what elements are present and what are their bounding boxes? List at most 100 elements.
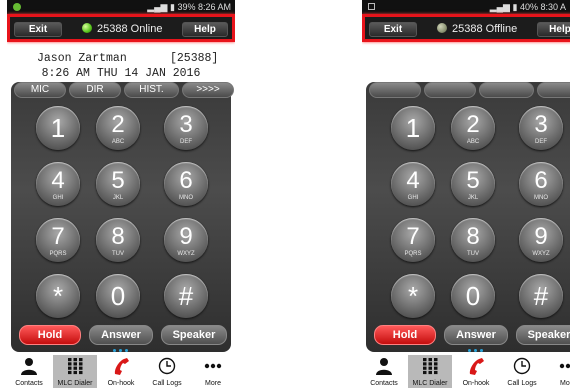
- page-dot: [119, 349, 122, 352]
- nav-label: More: [205, 380, 221, 387]
- page-dot: [468, 349, 471, 352]
- answer-button[interactable]: Answer: [444, 325, 508, 345]
- key-digit: 3: [179, 111, 193, 138]
- nav-call-logs[interactable]: Call Logs: [500, 355, 544, 388]
- speaker-button[interactable]: Speaker: [161, 325, 227, 345]
- key-digit: 4: [51, 167, 65, 194]
- function-tabs: MIC DIR HIST. >>>>: [14, 82, 234, 98]
- nav-on-hook[interactable]: On-hook: [99, 355, 143, 388]
- speaker-button[interactable]: Speaker: [516, 325, 570, 345]
- page-dot: [113, 349, 116, 352]
- key-digit: 7: [51, 223, 65, 250]
- key-letters: MNO: [534, 195, 548, 201]
- online-indicator-icon: [82, 23, 92, 33]
- tab-more[interactable]: >>>>: [182, 82, 234, 98]
- exit-button[interactable]: Exit: [369, 22, 417, 37]
- page-dot: [480, 349, 483, 352]
- nav-more[interactable]: More: [546, 355, 570, 388]
- nav-call-logs[interactable]: Call Logs: [145, 355, 189, 388]
- nav-label: MLC Dialer: [57, 380, 93, 387]
- signal-icon: ▂▄▆ ▮: [147, 2, 175, 12]
- key-digit: 0: [110, 281, 126, 311]
- key-letters: JKL: [467, 195, 479, 201]
- key-letters: PQRS: [49, 251, 67, 257]
- key-7[interactable]: 7 PQRS: [36, 218, 80, 262]
- key-3[interactable]: 3 DEF: [164, 106, 208, 150]
- top-toolbar: Exit 25388 Online Help: [7, 14, 235, 42]
- key-1[interactable]: 1: [36, 106, 80, 150]
- connection-status-text: 25388 Offline: [452, 23, 518, 35]
- nav-label: MLC Dialer: [412, 380, 448, 387]
- key-8[interactable]: 8 TUV: [451, 218, 495, 262]
- tab-blank[interactable]: [537, 82, 570, 98]
- key-4[interactable]: 4 GHI: [36, 162, 80, 206]
- key-6[interactable]: 6 MNO: [164, 162, 208, 206]
- key-digit: 0: [465, 281, 481, 311]
- bottom-navigation: Contacts MLC Dialer On-hook Call Logs More: [7, 355, 235, 388]
- caller-name: Jason Zartman: [37, 52, 127, 65]
- key-digit: 1: [405, 113, 421, 143]
- key-8[interactable]: 8 TUV: [96, 218, 140, 262]
- key-letters: ABC: [466, 139, 480, 145]
- tab-blank[interactable]: [369, 82, 421, 98]
- bottom-navigation: Contacts MLC Dialer On-hook Call Logs More: [362, 355, 570, 388]
- key-3[interactable]: 3 DEF: [519, 106, 563, 150]
- call-actions: Hold Answer Speaker: [366, 325, 570, 347]
- tab-mic[interactable]: MIC: [14, 82, 66, 98]
- key-letters: GHI: [52, 195, 64, 201]
- page-dot: [474, 349, 477, 352]
- key-0[interactable]: 0: [96, 274, 140, 318]
- top-toolbar: Exit 25388 Offline Help: [362, 14, 570, 42]
- page-indicator: [468, 349, 486, 353]
- key-9[interactable]: 9 WXYZ: [519, 218, 563, 262]
- nav-contacts[interactable]: Contacts: [7, 355, 51, 388]
- key-2[interactable]: 2 ABC: [451, 106, 495, 150]
- nav-contacts[interactable]: Contacts: [362, 355, 406, 388]
- key-pound[interactable]: #: [164, 274, 208, 318]
- help-button[interactable]: Help: [537, 22, 570, 37]
- key-9[interactable]: 9 WXYZ: [164, 218, 208, 262]
- nav-more[interactable]: More: [191, 355, 235, 388]
- key-digit: 1: [50, 113, 66, 143]
- key-letters: ABC: [111, 139, 125, 145]
- tab-blank[interactable]: [424, 82, 476, 98]
- function-tabs: [369, 82, 570, 98]
- key-star[interactable]: *: [391, 274, 435, 318]
- hold-button[interactable]: Hold: [19, 325, 81, 345]
- key-4[interactable]: 4 GHI: [391, 162, 435, 206]
- key-pound[interactable]: #: [519, 274, 563, 318]
- battery-level: 39%: [177, 2, 196, 12]
- hold-button[interactable]: Hold: [374, 325, 436, 345]
- key-7[interactable]: 7 PQRS: [391, 218, 435, 262]
- tab-blank[interactable]: [479, 82, 534, 98]
- key-star[interactable]: *: [36, 274, 80, 318]
- key-digit: 2: [466, 111, 480, 138]
- notification-icon: [13, 3, 21, 11]
- tab-dir[interactable]: DIR: [69, 82, 121, 98]
- key-digit: *: [407, 281, 419, 311]
- key-0[interactable]: 0: [451, 274, 495, 318]
- keypad-panel: 1 2 ABC 3 DEF 4 GHI 5 JKL 6 MNO 7 PQRS 8 TUV 9 WXYZ * 0 #: [366, 82, 570, 352]
- key-5[interactable]: 5 JKL: [96, 162, 140, 206]
- exit-button[interactable]: Exit: [14, 22, 62, 37]
- key-letters: WXYZ: [177, 251, 195, 257]
- nav-mlc-dialer[interactable]: MLC Dialer: [53, 355, 97, 388]
- nav-label: Call Logs: [507, 380, 537, 387]
- status-time: 8:30 A: [540, 2, 566, 12]
- answer-button[interactable]: Answer: [89, 325, 153, 345]
- nav-mlc-dialer[interactable]: MLC Dialer: [408, 355, 452, 388]
- key-2[interactable]: 2 ABC: [96, 106, 140, 150]
- connection-status: 25388 Offline: [437, 22, 517, 37]
- key-5[interactable]: 5 JKL: [451, 162, 495, 206]
- key-6[interactable]: 6 MNO: [519, 162, 563, 206]
- nav-label: On-hook: [462, 380, 490, 387]
- key-digit: 5: [111, 167, 125, 194]
- key-1[interactable]: 1: [391, 106, 435, 150]
- tab-hist[interactable]: HIST.: [124, 82, 179, 98]
- help-button[interactable]: Help: [182, 22, 228, 37]
- battery-level: 40%: [519, 2, 538, 12]
- offline-indicator-icon: [437, 23, 447, 33]
- key-digit: 5: [466, 167, 480, 194]
- nav-on-hook[interactable]: On-hook: [454, 355, 498, 388]
- status-time: 8:26 AM: [197, 2, 231, 12]
